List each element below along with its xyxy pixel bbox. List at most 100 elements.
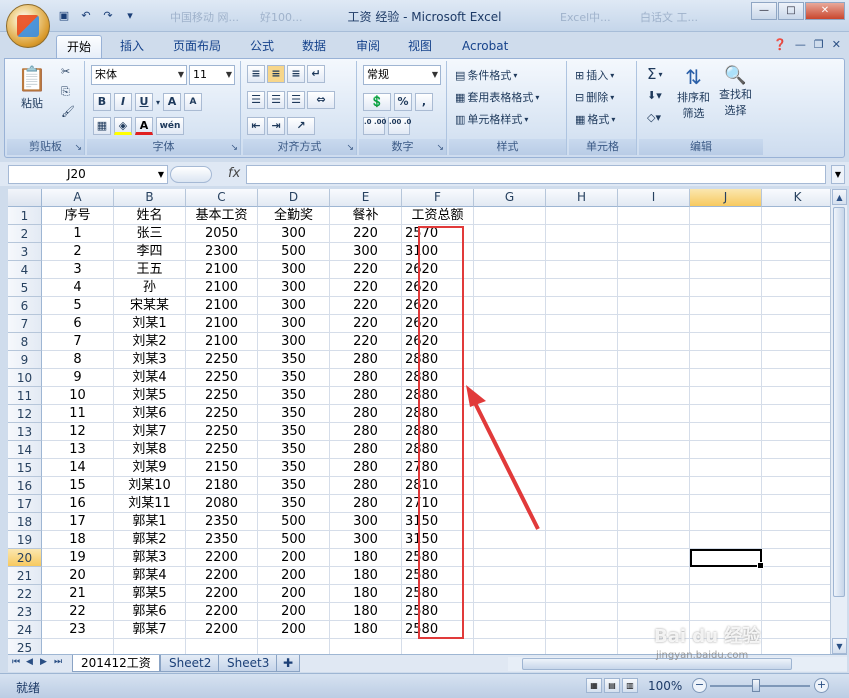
table-cell[interactable]: 2100: [186, 315, 258, 333]
empty-cell[interactable]: [690, 495, 762, 513]
column-header-i[interactable]: I: [618, 189, 690, 207]
row-header-5[interactable]: 5: [8, 279, 42, 297]
align-right-icon[interactable]: ☰: [287, 91, 305, 109]
table-cell[interactable]: 350: [258, 369, 330, 387]
empty-cell[interactable]: [474, 315, 546, 333]
table-cell[interactable]: 2100: [186, 297, 258, 315]
empty-cell[interactable]: [762, 477, 830, 495]
empty-cell[interactable]: [762, 585, 830, 603]
formula-expand-handle[interactable]: [170, 166, 212, 183]
column-header-h[interactable]: H: [546, 189, 618, 207]
empty-cell[interactable]: [546, 261, 618, 279]
table-header-cell[interactable]: 餐补: [330, 207, 402, 225]
table-cell[interactable]: 7: [42, 333, 114, 351]
table-cell[interactable]: 2080: [186, 495, 258, 513]
empty-cell[interactable]: [618, 531, 690, 549]
table-cell[interactable]: 刘某4: [114, 369, 186, 387]
empty-cell[interactable]: [618, 423, 690, 441]
font-size-combo[interactable]: 11 ▼: [189, 65, 235, 85]
empty-cell[interactable]: [474, 603, 546, 621]
tab-review[interactable]: 审阅: [346, 35, 390, 58]
empty-cell[interactable]: [474, 621, 546, 639]
table-cell[interactable]: 220: [330, 261, 402, 279]
paste-button[interactable]: 📋 粘贴: [17, 65, 47, 111]
empty-cell[interactable]: [474, 225, 546, 243]
empty-cell[interactable]: [690, 459, 762, 477]
autosum-button[interactable]: Σ ▾: [647, 65, 663, 83]
active-cell-j20[interactable]: [690, 549, 764, 569]
column-header-a[interactable]: A: [42, 189, 114, 207]
empty-cell[interactable]: [690, 405, 762, 423]
empty-cell[interactable]: [474, 351, 546, 369]
empty-cell[interactable]: [690, 225, 762, 243]
sheet-tab-201412[interactable]: 201412工资: [72, 655, 160, 672]
empty-cell[interactable]: [546, 549, 618, 567]
vertical-scrollbar[interactable]: ▲ ▼: [830, 189, 847, 654]
name-box[interactable]: J20 ▼: [8, 165, 168, 184]
empty-cell[interactable]: [762, 387, 830, 405]
empty-cell[interactable]: [762, 279, 830, 297]
column-header-c[interactable]: C: [186, 189, 258, 207]
table-cell[interactable]: 刘某11: [114, 495, 186, 513]
empty-cell[interactable]: [474, 207, 546, 225]
fill-icon[interactable]: ⬇▾: [647, 89, 662, 102]
table-cell[interactable]: 21: [42, 585, 114, 603]
empty-cell[interactable]: [474, 243, 546, 261]
table-cell[interactable]: 300: [258, 225, 330, 243]
table-cell[interactable]: 2100: [186, 261, 258, 279]
empty-cell[interactable]: [546, 621, 618, 639]
shrink-font-button[interactable]: A: [184, 93, 203, 111]
empty-cell[interactable]: [42, 639, 114, 654]
table-header-cell[interactable]: 基本工资: [186, 207, 258, 225]
fill-color-icon[interactable]: ◈: [114, 117, 132, 135]
table-cell[interactable]: 180: [330, 549, 402, 567]
empty-cell[interactable]: [474, 477, 546, 495]
table-cell[interactable]: 10: [42, 387, 114, 405]
number-format-combo[interactable]: 常规 ▼: [363, 65, 441, 85]
wrap-text-icon[interactable]: ↵: [307, 65, 325, 83]
table-cell[interactable]: 200: [258, 567, 330, 585]
empty-cell[interactable]: [690, 207, 762, 225]
office-button[interactable]: [6, 4, 50, 48]
empty-cell[interactable]: [690, 333, 762, 351]
empty-cell[interactable]: [762, 405, 830, 423]
table-cell[interactable]: 郭某1: [114, 513, 186, 531]
empty-cell[interactable]: [546, 441, 618, 459]
font-color-icon[interactable]: A: [135, 117, 153, 135]
empty-cell[interactable]: [474, 369, 546, 387]
empty-cell[interactable]: [690, 279, 762, 297]
table-cell[interactable]: 2350: [186, 531, 258, 549]
table-cell[interactable]: 300: [258, 315, 330, 333]
table-cell[interactable]: 2200: [186, 603, 258, 621]
empty-cell[interactable]: [474, 495, 546, 513]
empty-cell[interactable]: [474, 279, 546, 297]
table-cell[interactable]: 2200: [186, 621, 258, 639]
zoom-in-icon[interactable]: +: [814, 678, 829, 693]
row-header-6[interactable]: 6: [8, 297, 42, 315]
increase-decimal-button[interactable]: .0 .00: [363, 117, 386, 135]
empty-cell[interactable]: [690, 387, 762, 405]
table-cell[interactable]: 2100: [186, 333, 258, 351]
table-cell[interactable]: 刘某6: [114, 405, 186, 423]
empty-cell[interactable]: [474, 639, 546, 654]
border-icon[interactable]: ▦: [93, 117, 111, 135]
empty-cell[interactable]: [546, 405, 618, 423]
table-cell[interactable]: 1: [42, 225, 114, 243]
column-header-k[interactable]: K: [762, 189, 830, 207]
empty-cell[interactable]: [114, 639, 186, 654]
next-sheet-icon[interactable]: ▶: [40, 657, 47, 667]
table-cell[interactable]: 刘某8: [114, 441, 186, 459]
table-cell[interactable]: 2180: [186, 477, 258, 495]
table-cell[interactable]: 350: [258, 351, 330, 369]
align-center-icon[interactable]: ☰: [267, 91, 285, 109]
table-cell[interactable]: 刘某2: [114, 333, 186, 351]
row-header-19[interactable]: 19: [8, 531, 42, 549]
vertical-scroll-thumb[interactable]: [833, 207, 845, 597]
minimize-button[interactable]: —: [751, 2, 777, 20]
table-cell[interactable]: 郭某7: [114, 621, 186, 639]
grow-font-button[interactable]: A: [163, 93, 182, 111]
row-header-2[interactable]: 2: [8, 225, 42, 243]
table-cell[interactable]: 2250: [186, 423, 258, 441]
table-cell[interactable]: 180: [330, 603, 402, 621]
table-cell[interactable]: 刘某5: [114, 387, 186, 405]
